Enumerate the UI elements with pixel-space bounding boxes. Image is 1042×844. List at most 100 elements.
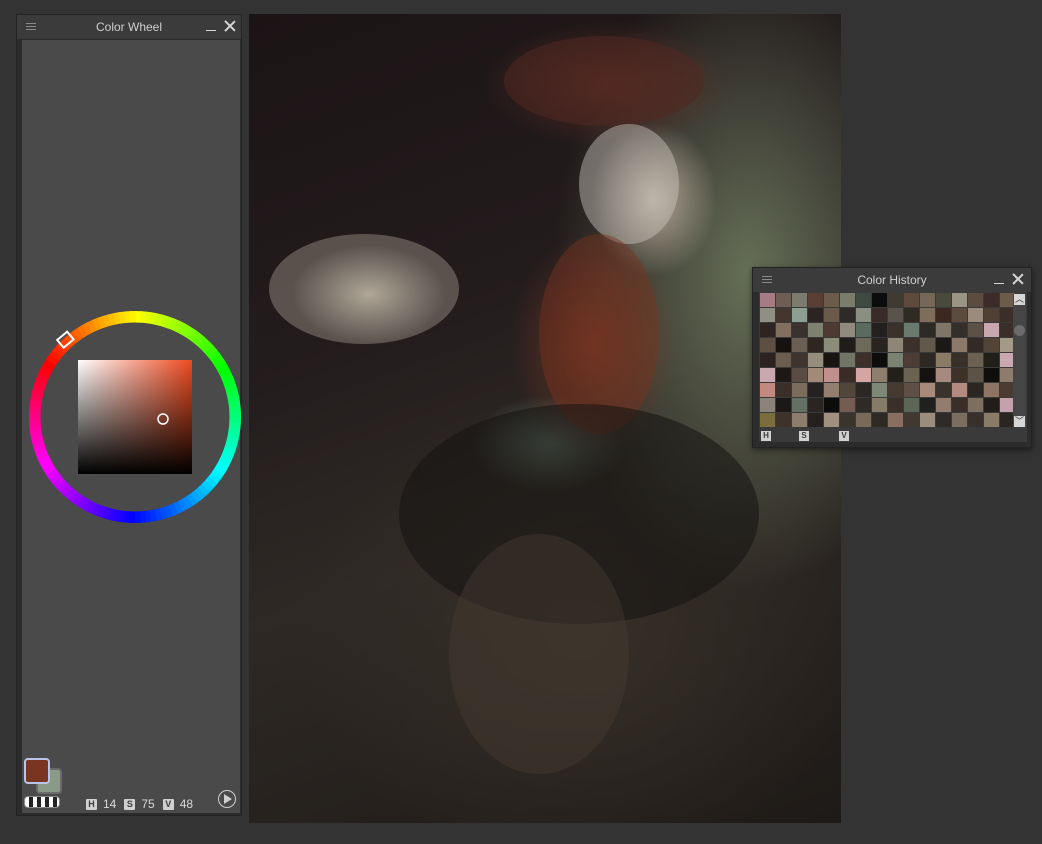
color-history-swatch[interactable] [840, 323, 855, 337]
color-history-swatch[interactable] [856, 398, 871, 412]
transparent-color-swatch[interactable] [24, 796, 60, 808]
scroll-thumb[interactable] [1014, 325, 1025, 336]
color-history-swatch[interactable] [840, 293, 855, 307]
color-history-swatch[interactable] [888, 308, 903, 322]
color-history-swatch[interactable] [824, 293, 839, 307]
color-history-swatch[interactable] [984, 293, 999, 307]
color-history-swatch[interactable] [936, 383, 951, 397]
color-history-swatch[interactable] [952, 353, 967, 367]
color-history-swatch[interactable] [952, 338, 967, 352]
color-history-swatch[interactable] [888, 368, 903, 382]
color-history-swatch[interactable] [920, 398, 935, 412]
color-history-swatch[interactable] [840, 383, 855, 397]
color-history-swatch[interactable] [856, 413, 871, 427]
color-history-swatch[interactable] [984, 398, 999, 412]
color-history-swatch[interactable] [984, 338, 999, 352]
color-history-swatch[interactable] [952, 398, 967, 412]
color-history-swatch[interactable] [952, 308, 967, 322]
color-history-titlebar[interactable]: Color History [753, 268, 1031, 293]
hue-sort-label[interactable]: H [761, 431, 771, 441]
color-history-swatch[interactable] [792, 338, 807, 352]
color-history-swatch[interactable] [824, 398, 839, 412]
color-history-swatch[interactable] [968, 338, 983, 352]
color-history-swatch[interactable] [984, 413, 999, 427]
sv-square[interactable] [78, 360, 192, 474]
color-history-swatch[interactable] [872, 398, 887, 412]
color-history-swatch[interactable] [792, 413, 807, 427]
color-history-swatch[interactable] [936, 368, 951, 382]
color-history-swatch[interactable] [792, 323, 807, 337]
color-history-swatch[interactable] [936, 293, 951, 307]
color-history-swatch[interactable] [824, 323, 839, 337]
color-history-swatch[interactable] [776, 413, 791, 427]
color-history-swatch[interactable] [776, 293, 791, 307]
color-history-swatch[interactable] [904, 398, 919, 412]
color-history-swatch[interactable] [872, 368, 887, 382]
color-history-swatch[interactable] [808, 383, 823, 397]
value-sort-label[interactable]: V [839, 431, 849, 441]
color-history-swatch[interactable] [888, 323, 903, 337]
color-history-swatch[interactable] [888, 293, 903, 307]
color-history-swatch[interactable] [808, 323, 823, 337]
color-history-swatch[interactable] [936, 398, 951, 412]
hue-wheel[interactable] [28, 310, 242, 524]
color-history-swatch[interactable] [856, 323, 871, 337]
color-history-swatch[interactable] [968, 413, 983, 427]
color-history-swatch[interactable] [808, 338, 823, 352]
color-history-swatch[interactable] [952, 383, 967, 397]
color-history-swatch[interactable] [920, 323, 935, 337]
color-history-swatch[interactable] [760, 383, 775, 397]
color-history-swatch[interactable] [824, 383, 839, 397]
color-history-swatch[interactable] [776, 383, 791, 397]
color-history-swatch[interactable] [760, 308, 775, 322]
color-history-swatch[interactable] [984, 383, 999, 397]
color-history-swatch[interactable] [872, 308, 887, 322]
color-history-swatch[interactable] [792, 308, 807, 322]
color-history-swatch[interactable] [824, 308, 839, 322]
color-history-swatch[interactable] [904, 323, 919, 337]
color-history-swatch[interactable] [792, 383, 807, 397]
color-history-swatch[interactable] [872, 413, 887, 427]
color-history-swatch[interactable] [792, 398, 807, 412]
color-history-swatch[interactable] [904, 293, 919, 307]
switch-mode-icon[interactable] [218, 790, 236, 808]
color-history-swatch[interactable] [872, 323, 887, 337]
color-history-swatch[interactable] [760, 338, 775, 352]
color-history-swatch[interactable] [952, 323, 967, 337]
color-wheel-titlebar[interactable]: Color Wheel [17, 15, 241, 40]
color-history-swatch[interactable] [808, 353, 823, 367]
color-history-swatch[interactable] [936, 353, 951, 367]
scroll-up-icon[interactable]: ︿ [1014, 294, 1025, 305]
color-history-swatch[interactable] [968, 353, 983, 367]
color-history-swatch[interactable] [776, 308, 791, 322]
color-history-swatch[interactable] [840, 368, 855, 382]
minimize-button[interactable] [205, 21, 217, 33]
color-history-swatch[interactable] [888, 338, 903, 352]
scroll-down-icon[interactable]: ﹀ [1014, 416, 1025, 427]
color-history-swatch[interactable] [920, 293, 935, 307]
color-history-swatch[interactable] [760, 368, 775, 382]
color-history-swatch[interactable] [792, 293, 807, 307]
color-history-swatch[interactable] [920, 308, 935, 322]
color-history-swatch[interactable] [968, 308, 983, 322]
close-button[interactable] [224, 20, 236, 32]
color-history-swatch[interactable] [920, 413, 935, 427]
color-history-swatch[interactable] [984, 353, 999, 367]
main-color-swatch[interactable] [24, 758, 50, 784]
color-history-swatch[interactable] [840, 338, 855, 352]
color-history-swatch[interactable] [776, 323, 791, 337]
color-history-swatch[interactable] [776, 338, 791, 352]
color-history-swatch[interactable] [936, 338, 951, 352]
color-history-swatch[interactable] [808, 368, 823, 382]
color-history-swatch[interactable] [904, 368, 919, 382]
color-history-swatch[interactable] [824, 368, 839, 382]
color-history-swatch[interactable] [824, 413, 839, 427]
color-history-swatch[interactable] [920, 383, 935, 397]
color-history-swatch[interactable] [776, 368, 791, 382]
color-history-swatch[interactable] [760, 353, 775, 367]
color-history-swatch[interactable] [808, 398, 823, 412]
color-history-swatch[interactable] [968, 383, 983, 397]
color-history-swatch[interactable] [840, 353, 855, 367]
color-history-swatch[interactable] [808, 413, 823, 427]
color-history-swatch[interactable] [968, 368, 983, 382]
